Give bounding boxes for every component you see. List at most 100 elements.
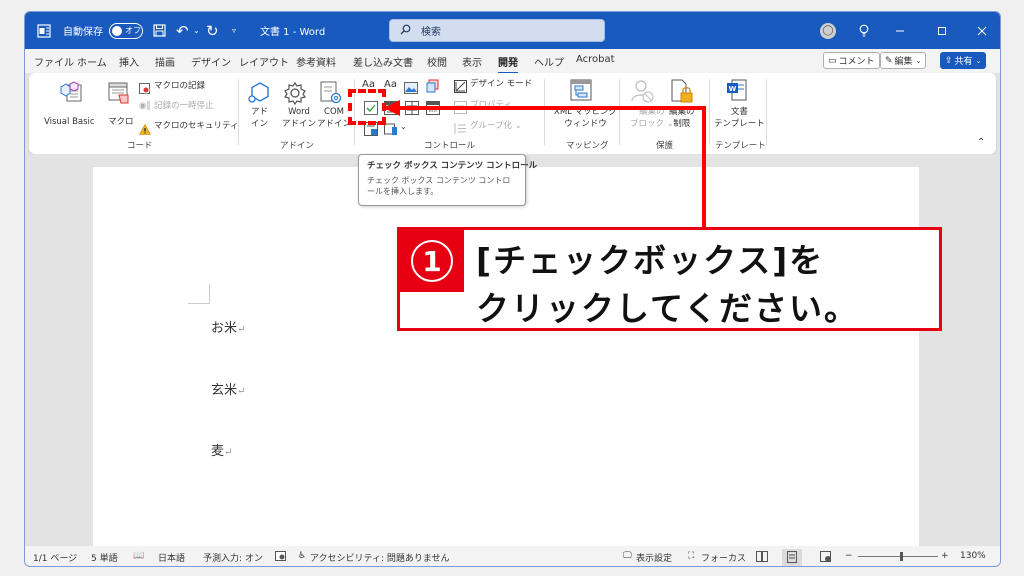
tab-help[interactable]: ヘルプ: [534, 54, 564, 69]
com-addin-icon[interactable]: [319, 81, 343, 109]
macro-security-label[interactable]: マクロのセキュリティ: [154, 120, 239, 132]
warning-icon[interactable]: [138, 120, 152, 139]
addin-label[interactable]: アド イン: [251, 106, 268, 130]
search-box[interactable]: 検索: [389, 19, 605, 42]
legacy-tools-dropdown-icon[interactable]: ⌄: [400, 121, 407, 133]
undo-icon[interactable]: ↶: [176, 12, 189, 49]
display-settings[interactable]: 表示設定: [636, 551, 672, 564]
templates-group-label: テンプレート: [715, 141, 766, 151]
comment-button[interactable]: ▭ コメント: [823, 52, 880, 69]
macro-icon[interactable]: [107, 81, 131, 109]
tab-design[interactable]: デザイン: [191, 54, 231, 69]
visual-basic-icon[interactable]: [59, 81, 83, 107]
zoom-out-button[interactable]: −: [845, 551, 853, 561]
display-settings-icon[interactable]: 🖵: [623, 551, 632, 561]
accessibility-icon[interactable]: ♿: [298, 551, 306, 561]
instruction-callout: 1 [チェックボックス]を クリックしてください。: [397, 227, 942, 331]
web-layout-icon[interactable]: [820, 551, 832, 566]
minimize-icon[interactable]: [895, 12, 905, 49]
macro-record-icon[interactable]: [275, 551, 287, 565]
group-label: グループ化 ⌄: [470, 121, 522, 131]
paragraph[interactable]: 麦↵: [211, 440, 232, 459]
focus-mode[interactable]: フォーカス: [701, 551, 746, 564]
close-icon[interactable]: [977, 12, 987, 49]
word-count[interactable]: 5 単語: [91, 551, 118, 564]
redo-icon[interactable]: ↻: [206, 12, 219, 49]
paragraph-mark: ↵: [237, 324, 246, 335]
legacy-tools-icon[interactable]: [384, 121, 398, 140]
record-macro-label[interactable]: マクロの記録: [154, 80, 205, 92]
instruction-line-2: クリックしてください。: [476, 289, 860, 328]
customize-qat-icon[interactable]: ▿: [232, 12, 236, 49]
separator: [238, 79, 239, 145]
zoom-level[interactable]: 130%: [960, 551, 986, 561]
tab-review[interactable]: 校閲: [427, 54, 447, 69]
code-group-label: コード: [127, 141, 153, 151]
focus-icon[interactable]: ⛶: [688, 551, 694, 561]
chevron-down-icon: ⌄: [915, 56, 922, 65]
language[interactable]: 日本語: [158, 551, 185, 564]
tab-home[interactable]: ホーム: [77, 54, 107, 69]
word-addin-gear-icon[interactable]: [283, 81, 307, 109]
read-mode-icon[interactable]: [756, 551, 768, 565]
design-mode-icon[interactable]: [454, 78, 467, 97]
xml-mapping-icon[interactable]: [570, 79, 592, 105]
separator: [766, 79, 767, 145]
document-template-icon[interactable]: W: [726, 79, 748, 105]
building-block-icon[interactable]: [426, 78, 440, 97]
pause-recording-label: 記録の一時停止: [154, 101, 214, 111]
picture-control-icon[interactable]: [404, 79, 418, 98]
tab-references[interactable]: 参考資料: [296, 54, 336, 69]
document-page[interactable]: お米↵ 玄米↵ 麦↵: [93, 167, 919, 557]
tab-layout[interactable]: レイアウト: [239, 54, 289, 69]
com-addin-label[interactable]: COM アドイン: [317, 106, 351, 130]
chevron-down-icon: ⌄: [975, 56, 982, 65]
tab-view[interactable]: 表示: [462, 54, 482, 69]
record-macro-icon[interactable]: [139, 80, 151, 99]
addins-group-label: アドイン: [280, 141, 315, 151]
print-layout-icon[interactable]: [782, 549, 802, 566]
share-button[interactable]: ⇪ 共有 ⌄: [940, 52, 987, 69]
proofing-icon[interactable]: 📖: [133, 551, 144, 561]
maximize-icon[interactable]: [937, 12, 947, 49]
pencil-icon: ✎: [885, 55, 893, 66]
document-template-label[interactable]: 文書 テンプレート: [714, 106, 765, 130]
word-app-icon: [37, 12, 51, 49]
status-bar: 1/1 ページ 5 単語 📖 日本語 予測入力: オン ♿ アクセシビリティ: …: [25, 546, 1000, 566]
tab-acrobat[interactable]: Acrobat: [576, 54, 615, 65]
predictive-input[interactable]: 予測入力: オン: [203, 551, 263, 564]
controls-group-label: コントロール: [424, 141, 476, 151]
paragraph[interactable]: お米↵: [211, 317, 245, 336]
tab-file[interactable]: ファイル: [34, 54, 74, 69]
paragraph-mark: ↵: [237, 386, 246, 397]
lightbulb-icon[interactable]: [859, 12, 869, 49]
tab-draw[interactable]: 描画: [155, 54, 175, 69]
tab-insert[interactable]: 挿入: [119, 54, 139, 69]
tab-mailings[interactable]: 差し込み文書: [353, 54, 413, 69]
word-addin-label[interactable]: Word アドイン: [282, 106, 316, 130]
group-icon: [454, 120, 467, 139]
undo-dropdown-icon[interactable]: ⌄: [193, 12, 200, 49]
zoom-in-button[interactable]: +: [941, 551, 949, 561]
share-icon: ⇪: [945, 55, 953, 66]
addin-icon[interactable]: [248, 81, 272, 109]
protect-group-label: 保護: [656, 141, 674, 151]
save-icon[interactable]: [153, 12, 166, 49]
collapse-ribbon-icon[interactable]: ⌃: [977, 137, 985, 149]
page-count[interactable]: 1/1 ページ: [33, 551, 77, 564]
editing-label: 編集: [894, 57, 913, 67]
zoom-slider-thumb[interactable]: [899, 552, 903, 561]
account-avatar[interactable]: ◯: [820, 12, 836, 49]
design-mode-label[interactable]: デザイン モード: [470, 78, 532, 90]
macro-label[interactable]: マクロ: [108, 116, 134, 128]
autosave-toggle[interactable]: オフ: [109, 12, 143, 49]
visual-basic-label[interactable]: Visual Basic: [44, 116, 95, 128]
zoom-slider[interactable]: [858, 552, 938, 561]
separator: [619, 79, 620, 145]
editing-button[interactable]: ✎ 編集 ⌄: [880, 52, 927, 69]
comment-icon: ▭: [828, 55, 837, 66]
accessibility-status[interactable]: アクセシビリティ: 問題ありません: [310, 551, 450, 564]
tab-developer[interactable]: 開発: [498, 54, 518, 74]
restrict-editing-icon[interactable]: [670, 79, 694, 107]
paragraph[interactable]: 玄米↵: [211, 379, 245, 398]
